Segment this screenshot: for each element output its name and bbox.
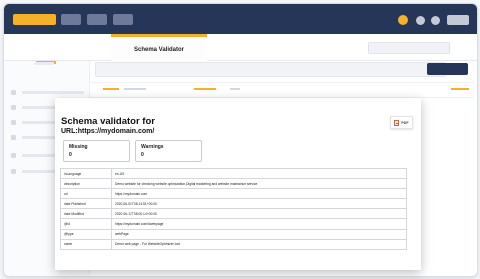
property-value: webPage bbox=[111, 228, 407, 240]
table-divider bbox=[89, 82, 474, 83]
sidebar-item-1[interactable] bbox=[22, 91, 84, 94]
help-icon[interactable] bbox=[416, 16, 425, 25]
schema-report-card: PDF Schema validator for URL:https://myd… bbox=[55, 98, 421, 270]
property-name: inLanguage bbox=[60, 167, 112, 180]
report-url: URL:https://mydomain.com/ bbox=[61, 128, 155, 135]
nav-item-1[interactable] bbox=[61, 14, 81, 25]
download-pdf-button[interactable]: PDF bbox=[390, 116, 413, 129]
warnings-stat-card: Warnings 0 bbox=[135, 140, 202, 162]
property-value: en-US bbox=[111, 167, 407, 180]
brand-logo[interactable] bbox=[13, 14, 56, 25]
column-header-marker bbox=[230, 88, 240, 90]
table-row: @id https://mydomain.com/#webpage bbox=[60, 218, 407, 230]
table-row: name Demo web page - For WebsiteOptimize… bbox=[60, 238, 407, 250]
tab-schema-validator[interactable]: Schema Validator bbox=[111, 34, 207, 63]
search-input[interactable] bbox=[368, 42, 450, 54]
property-name: @id bbox=[60, 218, 112, 230]
property-value: https://mydomain.com bbox=[111, 188, 407, 200]
nav-item-2[interactable] bbox=[87, 14, 107, 25]
primary-action-button[interactable] bbox=[427, 63, 468, 75]
property-value: Demo website for checking website optimi… bbox=[111, 178, 407, 190]
property-name: description bbox=[60, 178, 112, 190]
property-name: name bbox=[60, 238, 112, 250]
property-name: @type bbox=[60, 228, 112, 240]
user-menu[interactable] bbox=[447, 15, 469, 25]
missing-label: Missing bbox=[69, 144, 88, 150]
warnings-count: 0 bbox=[141, 152, 144, 158]
sidebar-item-icon bbox=[11, 153, 16, 158]
table-row: @type webPage bbox=[60, 228, 407, 240]
sidebar-item-icon bbox=[11, 120, 16, 125]
schema-properties-table: inLanguage en-US description Demo websit… bbox=[60, 167, 407, 250]
property-name: date Published bbox=[60, 198, 112, 210]
top-navigation-bar bbox=[4, 4, 477, 34]
table-row: inLanguage en-US bbox=[60, 167, 407, 180]
missing-stat-card: Missing 0 bbox=[63, 140, 130, 162]
notification-icon[interactable] bbox=[398, 15, 408, 25]
property-name: date Modified bbox=[60, 208, 112, 220]
table-row: date Modified 2020-06-17T08:00:14+00:00 bbox=[60, 208, 407, 220]
sidebar-item-icon bbox=[11, 169, 16, 174]
column-header-marker bbox=[194, 88, 216, 90]
sidebar-item-icon bbox=[11, 105, 16, 110]
column-header-marker bbox=[103, 88, 119, 90]
missing-count: 0 bbox=[69, 152, 72, 158]
property-name: url bbox=[60, 188, 112, 200]
sub-header: Schema Validator bbox=[4, 34, 477, 63]
sidebar-item-icon bbox=[11, 90, 16, 95]
property-value: 2020-06-17T08:00:14+00:00 bbox=[111, 208, 407, 220]
sidebar-header-line bbox=[34, 62, 54, 65]
property-value: https://mydomain.com/#webpage bbox=[111, 218, 407, 230]
table-row: url https://mydomain.com bbox=[60, 188, 407, 200]
nav-item-3[interactable] bbox=[113, 14, 133, 25]
settings-icon[interactable] bbox=[431, 16, 440, 25]
pdf-button-label: PDF bbox=[401, 120, 409, 125]
table-row: date Published 2020-06-01T08:14:51+00:00 bbox=[60, 198, 407, 210]
column-header-marker bbox=[124, 88, 146, 90]
report-title: Schema validator for bbox=[61, 116, 155, 127]
sidebar-item-icon bbox=[11, 135, 16, 140]
table-row: description Demo website for checking we… bbox=[60, 178, 407, 190]
tab-label: Schema Validator bbox=[133, 47, 185, 53]
property-value: Demo web page - For WebsiteOptimizer too… bbox=[111, 238, 407, 250]
warnings-label: Warnings bbox=[141, 144, 164, 150]
property-value: 2020-06-01T08:14:51+00:00 bbox=[111, 198, 407, 210]
filter-bar[interactable] bbox=[95, 62, 446, 77]
pdf-icon bbox=[394, 119, 400, 126]
column-header-marker bbox=[451, 88, 469, 90]
